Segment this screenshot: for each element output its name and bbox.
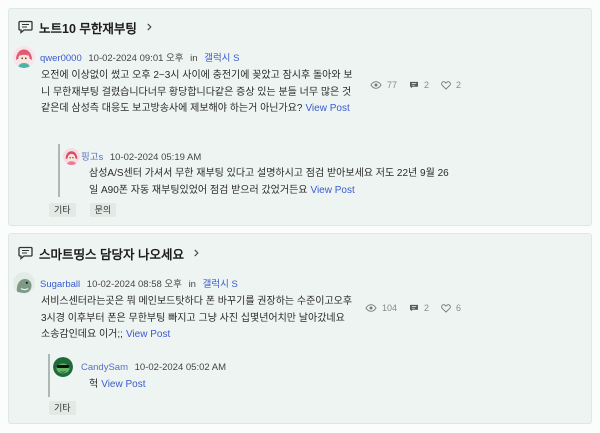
- in-label: in: [188, 279, 196, 290]
- author-link[interactable]: Sugarball: [40, 279, 80, 290]
- views-count: 104: [381, 303, 397, 313]
- eye-icon: [365, 304, 377, 312]
- thread-header: 노트10 무한재부팅: [18, 18, 153, 36]
- reply-author-link[interactable]: 핑고s: [81, 152, 103, 163]
- view-post-link[interactable]: View Post: [101, 379, 145, 390]
- replies-count: 2: [423, 303, 429, 313]
- post-stats: 104 2 6: [331, 302, 461, 314]
- chevron-right-icon[interactable]: [146, 22, 153, 32]
- reply-body: 삼성A/S센터 가셔서 무한 재부팅 있다고 설명하시고 점검 받아보세요 저도…: [89, 166, 451, 199]
- board-link[interactable]: 갤럭시 S: [203, 279, 238, 290]
- reply-date: 10-02-2024 05:02 AM: [134, 362, 227, 373]
- likes-count: 6: [455, 303, 461, 313]
- heart-icon: [441, 303, 451, 313]
- post-body: 오전에 이상없이 썼고 오후 2~3시 사이에 충전기에 꽂았고 잠시후 돌아와…: [41, 68, 353, 118]
- post-stats: 77 2 2: [331, 79, 461, 91]
- likes-count: 2: [455, 80, 461, 90]
- post-meta: qwer0000 10-02-2024 09:01 오후 in 갤럭시 S: [40, 53, 239, 65]
- in-label: in: [190, 53, 198, 64]
- views-count: 77: [386, 80, 397, 90]
- reply-meta: 핑고s 10-02-2024 05:19 AM: [81, 152, 201, 164]
- board-link[interactable]: 갤럭시 S: [204, 53, 239, 64]
- tag[interactable]: 문의: [89, 203, 117, 217]
- post-date: 10-02-2024 08:58 오후: [86, 279, 182, 290]
- message-icon: [409, 304, 419, 312]
- post-body-text: 서비스센터라는곳은 뭐 메인보드탓하다 폰 바꾸기를 권장하는 수준이고오후 3…: [41, 296, 353, 340]
- chat-bubble-icon: [18, 20, 33, 34]
- tag-list: 기타: [49, 401, 76, 415]
- thread-header: 스마트띵스 담당자 나오세요: [18, 244, 200, 262]
- thread-card: 노트10 무한재부팅 qwer0000 10-02-2024 09:01 오후 …: [8, 8, 592, 226]
- reply-divider: [48, 354, 50, 397]
- replies-count: 2: [423, 80, 429, 90]
- tag[interactable]: 기타: [49, 203, 76, 217]
- thread-title[interactable]: 노트10 무한재부팅: [39, 18, 137, 37]
- view-post-link[interactable]: View Post: [126, 329, 170, 340]
- likes-stat: 6: [441, 303, 461, 313]
- post-date: 10-02-2024 09:01 오후: [88, 53, 184, 64]
- eye-icon: [370, 81, 382, 89]
- post-meta: Sugarball 10-02-2024 08:58 오후 in 갤럭시 S: [40, 279, 238, 291]
- reply-body: 헉 View Post: [89, 377, 451, 394]
- thread-title[interactable]: 스마트띵스 담당자 나오세요: [39, 244, 184, 263]
- view-post-link[interactable]: View Post: [310, 185, 354, 196]
- heart-icon: [441, 80, 451, 90]
- author-link[interactable]: qwer0000: [40, 53, 82, 64]
- reply-body-text: 헉: [89, 379, 99, 390]
- thread-card: 스마트띵스 담당자 나오세요 Sugarball 10-02-2024 08:5…: [8, 233, 592, 424]
- chevron-right-icon[interactable]: [193, 248, 200, 258]
- views-stat: 77: [370, 80, 397, 90]
- tag[interactable]: 기타: [49, 401, 76, 415]
- avatar[interactable]: [13, 46, 35, 68]
- view-post-link[interactable]: View Post: [305, 103, 349, 114]
- reply-author-link[interactable]: CandySam: [81, 362, 128, 373]
- reply-avatar[interactable]: [53, 357, 73, 377]
- reply-meta: CandySam 10-02-2024 05:02 AM: [81, 362, 226, 374]
- reply-body-text: 삼성A/S센터 가셔서 무한 재부팅 있다고 설명하시고 점검 받아보세요 저도…: [89, 168, 449, 196]
- replies-stat: 2: [409, 303, 429, 313]
- reply-avatar[interactable]: [63, 148, 80, 165]
- reply-date: 10-02-2024 05:19 AM: [109, 152, 202, 163]
- reply-divider: [58, 144, 60, 197]
- replies-stat: 2: [409, 80, 429, 90]
- message-icon: [409, 81, 419, 89]
- post-body: 서비스센터라는곳은 뭐 메인보드탓하다 폰 바꾸기를 권장하는 수준이고오후 3…: [41, 294, 353, 344]
- views-stat: 104: [365, 303, 397, 313]
- likes-stat: 2: [441, 80, 461, 90]
- tag-list: 기타 문의: [49, 203, 117, 217]
- chat-bubble-icon: [18, 246, 33, 260]
- avatar[interactable]: [13, 272, 35, 294]
